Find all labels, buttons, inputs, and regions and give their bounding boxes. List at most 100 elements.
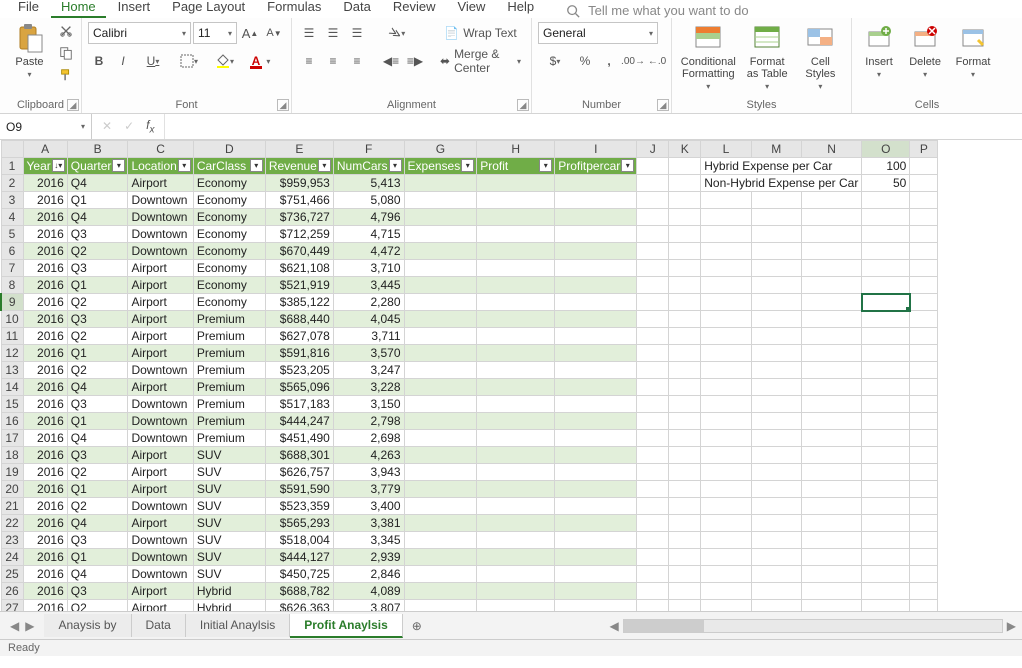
cell-K18[interactable]	[669, 447, 701, 464]
cell-H24[interactable]	[477, 549, 555, 566]
cell-K9[interactable]	[669, 294, 701, 311]
cell-M3[interactable]	[751, 192, 801, 209]
cell-K5[interactable]	[669, 226, 701, 243]
cell-C14[interactable]: Airport	[128, 379, 193, 396]
cell-J9[interactable]	[637, 294, 669, 311]
cell-F22[interactable]: 3,381	[333, 515, 404, 532]
cell-B16[interactable]: Q1	[67, 413, 128, 430]
table-header-numcars[interactable]: NumCars▾	[333, 158, 404, 175]
cell-F25[interactable]: 2,846	[333, 566, 404, 583]
cell-E3[interactable]: $751,466	[265, 192, 333, 209]
cell-J20[interactable]	[637, 481, 669, 498]
cell-I25[interactable]	[555, 566, 637, 583]
cell-G26[interactable]	[404, 583, 477, 600]
cell-D23[interactable]: SUV	[193, 532, 265, 549]
cell-F27[interactable]: 3,807	[333, 600, 404, 612]
cell-I12[interactable]	[555, 345, 637, 362]
cell-O4[interactable]	[862, 209, 910, 226]
cell-F14[interactable]: 3,228	[333, 379, 404, 396]
cell-A10[interactable]: 2016	[23, 311, 67, 328]
cell-N11[interactable]	[801, 328, 861, 345]
cell-D16[interactable]: Premium	[193, 413, 265, 430]
font-launcher[interactable]: ◢	[277, 99, 289, 111]
row-header-10[interactable]: 10	[1, 311, 23, 328]
cell-J19[interactable]	[637, 464, 669, 481]
col-header-C[interactable]: C	[128, 141, 193, 158]
cell-N19[interactable]	[801, 464, 861, 481]
cell-H14[interactable]	[477, 379, 555, 396]
cell-D7[interactable]: Economy	[193, 260, 265, 277]
cell-M18[interactable]	[751, 447, 801, 464]
cell-A9[interactable]: 2016	[23, 294, 67, 311]
cell-M5[interactable]	[751, 226, 801, 243]
cell-F9[interactable]: 2,280	[333, 294, 404, 311]
cell-L25[interactable]	[701, 566, 751, 583]
menu-tab-file[interactable]: File	[8, 0, 49, 18]
side-val-2[interactable]: 50	[862, 175, 910, 192]
table-header-carclass[interactable]: CarClass▾	[193, 158, 265, 175]
cell-C2[interactable]: Airport	[128, 175, 193, 192]
cell-B2[interactable]: Q4	[67, 175, 128, 192]
cell-B21[interactable]: Q2	[67, 498, 128, 515]
cell-A6[interactable]: 2016	[23, 243, 67, 260]
cell-E8[interactable]: $521,919	[265, 277, 333, 294]
cell-A5[interactable]: 2016	[23, 226, 67, 243]
cell-K6[interactable]	[669, 243, 701, 260]
cell-F5[interactable]: 4,715	[333, 226, 404, 243]
cut-button[interactable]	[57, 22, 75, 40]
cell-G7[interactable]	[404, 260, 477, 277]
cell-C26[interactable]: Airport	[128, 583, 193, 600]
cell-D6[interactable]: Economy	[193, 243, 265, 260]
cell-G22[interactable]	[404, 515, 477, 532]
cell-A11[interactable]: 2016	[23, 328, 67, 345]
cell-J18[interactable]	[637, 447, 669, 464]
cell-G19[interactable]	[404, 464, 477, 481]
cell-J25[interactable]	[637, 566, 669, 583]
cell-F2[interactable]: 5,413	[333, 175, 404, 192]
cell-P18[interactable]	[910, 447, 938, 464]
cell-J3[interactable]	[637, 192, 669, 209]
cell-K7[interactable]	[669, 260, 701, 277]
cell-N21[interactable]	[801, 498, 861, 515]
cell-A13[interactable]: 2016	[23, 362, 67, 379]
cell-M4[interactable]	[751, 209, 801, 226]
select-all-cell[interactable]	[1, 141, 23, 158]
menu-tab-formulas[interactable]: Formulas	[257, 0, 331, 18]
cell-A4[interactable]: 2016	[23, 209, 67, 226]
cell-L27[interactable]	[701, 600, 751, 612]
accounting-format-button[interactable]: $ ▾	[538, 50, 572, 72]
cell-E19[interactable]: $626,757	[265, 464, 333, 481]
cell-D11[interactable]: Premium	[193, 328, 265, 345]
cell-C9[interactable]: Airport	[128, 294, 193, 311]
cell-M8[interactable]	[751, 277, 801, 294]
table-header-revenue[interactable]: Revenue▾	[265, 158, 333, 175]
comma-button[interactable]: ,	[598, 50, 620, 72]
cell-D21[interactable]: SUV	[193, 498, 265, 515]
col-header-A[interactable]: A	[23, 141, 67, 158]
cell-K21[interactable]	[669, 498, 701, 515]
cell-B26[interactable]: Q3	[67, 583, 128, 600]
cell-G24[interactable]	[404, 549, 477, 566]
cell-N18[interactable]	[801, 447, 861, 464]
cell-P20[interactable]	[910, 481, 938, 498]
cell-P26[interactable]	[910, 583, 938, 600]
cell-P19[interactable]	[910, 464, 938, 481]
cell-P8[interactable]	[910, 277, 938, 294]
cancel-formula-icon[interactable]: ✕	[102, 119, 112, 133]
cell-P21[interactable]	[910, 498, 938, 515]
cell-B18[interactable]: Q3	[67, 447, 128, 464]
cell-A27[interactable]: 2016	[23, 600, 67, 612]
cell-styles-button[interactable]: Cell Styles▾	[796, 22, 845, 91]
cell-G25[interactable]	[404, 566, 477, 583]
increase-decimal-button[interactable]: .00→	[622, 50, 644, 72]
cell-J8[interactable]	[637, 277, 669, 294]
sheet-nav-prev[interactable]: ◀	[10, 619, 19, 633]
cell-B3[interactable]: Q1	[67, 192, 128, 209]
row-header-9[interactable]: 9	[1, 294, 23, 311]
cell-N5[interactable]	[801, 226, 861, 243]
cell-A16[interactable]: 2016	[23, 413, 67, 430]
cell-H7[interactable]	[477, 260, 555, 277]
cell-B6[interactable]: Q2	[67, 243, 128, 260]
row-header-11[interactable]: 11	[1, 328, 23, 345]
cell-L24[interactable]	[701, 549, 751, 566]
